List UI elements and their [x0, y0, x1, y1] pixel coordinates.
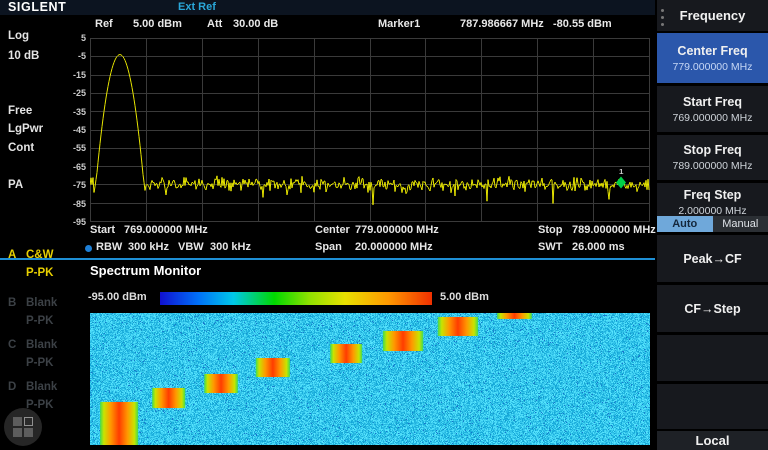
marker-amplitude: -80.55 dBm — [553, 18, 612, 30]
menu-header-label: Frequency — [680, 8, 746, 23]
trace-a-letter: A — [8, 246, 26, 264]
colorbar-min-label: -95.00 dBm — [88, 291, 147, 303]
spectrum-monitor-title: Spectrum Monitor — [90, 263, 201, 278]
trigger-indicator: Free — [8, 105, 32, 117]
local-button[interactable]: Local — [657, 431, 768, 450]
vbw-value: 300 kHz — [210, 241, 251, 253]
stop-freq-button-value: 789.000000 MHz — [673, 160, 753, 172]
manual-option[interactable]: Manual — [713, 216, 768, 232]
y-axis-tick: -75 — [73, 180, 86, 190]
y-axis-tick: -35 — [73, 107, 86, 117]
start-freq-button-title: Start Freq — [683, 95, 742, 109]
trace-d-detector: P-PK — [26, 396, 88, 414]
grid-icon — [13, 417, 33, 437]
freq-step-button-title: Freq Step — [684, 188, 742, 202]
local-button-label: Local — [696, 433, 730, 448]
stop-freq-button[interactable]: Stop Freq 789.000000 MHz — [657, 135, 768, 180]
start-freq-label: Start — [90, 224, 115, 236]
trace-b-letter: B — [8, 294, 26, 312]
trace-d-letter: D — [8, 378, 26, 396]
stop-freq-button-title: Stop Freq — [683, 143, 741, 157]
spectrum-display — [90, 38, 650, 222]
trace-a-detector: P-PK — [26, 264, 88, 282]
start-freq-button[interactable]: Start Freq 769.000000 MHz — [657, 86, 768, 132]
trace-a-status[interactable]: AC&W P-PK — [8, 246, 88, 282]
center-freq-button-title: Center Freq — [677, 44, 747, 58]
cf-to-step-button-title: CF→Step — [684, 302, 740, 316]
power-mode-indicator: LgPwr — [8, 123, 43, 135]
freq-step-auto-manual-toggle: Auto Manual — [657, 216, 768, 232]
y-axis-tick: -85 — [73, 199, 86, 209]
scale-per-div-indicator: 10 dB — [8, 50, 39, 62]
center-freq-button[interactable]: Center Freq 779.000000 MHz — [657, 33, 768, 83]
freq-step-button[interactable]: Freq Step 2.000000 MHz Auto Manual — [657, 183, 768, 232]
analyzer-screen: SIGLENT Ext Ref Ref 5.00 dBm Att 30.00 d… — [0, 0, 768, 450]
auto-option[interactable]: Auto — [657, 216, 713, 232]
y-axis-tick: -65 — [73, 162, 86, 172]
center-freq-value: 779.000000 MHz — [355, 224, 439, 236]
cf-to-step-button[interactable]: CF→Step — [657, 285, 768, 332]
trace-b-status[interactable]: BBlank P-PK — [8, 294, 88, 330]
span-label: Span — [315, 241, 342, 253]
y-axis-tick: -55 — [73, 143, 86, 153]
waterfall-display — [90, 313, 650, 445]
stop-freq-value: 789.000000 MHz — [572, 224, 656, 236]
swt-value: 26.000 ms — [572, 241, 625, 253]
trace-c-status[interactable]: CBlank P-PK — [8, 336, 88, 372]
colorbar-max-label: 5.00 dBm — [440, 291, 489, 303]
coupling-indicator-dot — [85, 245, 92, 252]
center-freq-label: Center — [315, 224, 350, 236]
rbw-value: 300 kHz — [128, 241, 169, 253]
measurement-info-row: Ref 5.00 dBm Att 30.00 dB Marker1 787.98… — [0, 15, 655, 35]
marker-name: Marker1 — [378, 18, 420, 30]
start-freq-button-value: 769.000000 MHz — [673, 112, 753, 124]
section-divider — [0, 258, 655, 260]
empty-softkey-1[interactable] — [657, 335, 768, 381]
start-freq-value: 769.000000 MHz — [124, 224, 208, 236]
trace-b-detector: P-PK — [26, 312, 88, 330]
empty-softkey-2[interactable] — [657, 384, 768, 429]
scale-type-indicator: Log — [8, 30, 29, 42]
y-axis-tick: -15 — [73, 70, 86, 80]
attenuation-label: Att — [207, 18, 222, 30]
trace-b-mode: Blank — [26, 297, 57, 309]
swt-label: SWT — [538, 241, 562, 253]
y-axis-tick: -45 — [73, 125, 86, 135]
y-axis-tick: -95 — [73, 217, 86, 227]
stop-freq-label: Stop — [538, 224, 562, 236]
trace-c-mode: Blank — [26, 339, 57, 351]
ext-ref-status: Ext Ref — [178, 1, 216, 13]
peak-to-cf-button-title: Peak→CF — [683, 252, 741, 266]
trace-c-detector: P-PK — [26, 354, 88, 372]
colorbar-gradient — [160, 292, 432, 305]
ref-level-value: 5.00 dBm — [133, 18, 182, 30]
window-layout-button[interactable] — [4, 408, 42, 446]
rbw-label: RBW — [96, 241, 122, 253]
menu-dots-icon — [661, 7, 664, 28]
span-value: 20.000000 MHz — [355, 241, 433, 253]
center-freq-button-value: 779.000000 MHz — [673, 61, 753, 73]
y-axis-tick: -5 — [78, 51, 86, 61]
sweep-mode-indicator: Cont — [8, 142, 34, 154]
marker-frequency: 787.986667 MHz — [460, 18, 544, 30]
siglent-logo: SIGLENT — [8, 0, 66, 14]
softkey-menu-panel: Frequency Center Freq 779.000000 MHz Sta… — [657, 0, 768, 450]
top-status-bar: SIGLENT Ext Ref — [0, 0, 655, 15]
ref-level-label: Ref — [95, 18, 113, 30]
peak-to-cf-button[interactable]: Peak→CF — [657, 235, 768, 282]
menu-header-frequency: Frequency — [657, 0, 768, 31]
y-axis-tick: -25 — [73, 88, 86, 98]
preamp-indicator: PA — [8, 179, 23, 191]
trace-c-letter: C — [8, 336, 26, 354]
attenuation-value: 30.00 dB — [233, 18, 278, 30]
trace-d-mode: Blank — [26, 381, 57, 393]
vbw-label: VBW — [178, 241, 204, 253]
